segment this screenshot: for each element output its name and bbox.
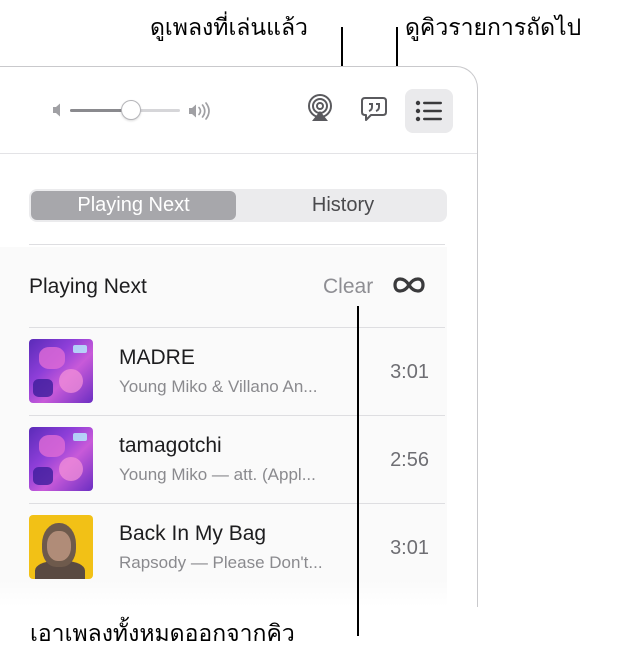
- volume-high-icon: [189, 102, 210, 120]
- track-subtitle: Young Miko & Villano An...: [119, 377, 318, 396]
- toolbar-divider: [0, 153, 477, 154]
- list-icon: [415, 100, 442, 122]
- album-artwork: [29, 427, 93, 491]
- album-artwork: [29, 515, 93, 579]
- volume-knob[interactable]: [120, 100, 141, 120]
- track-duration: 3:01: [390, 537, 429, 559]
- track-duration: 3:01: [390, 361, 429, 383]
- queue-track-row[interactable]: tamagotchi Young Miko — att. (Appl... 2:…: [29, 415, 445, 503]
- track-subtitle: Rapsody — Please Don't...: [119, 553, 323, 572]
- tab-playing-next[interactable]: Playing Next: [31, 191, 236, 220]
- queue-button[interactable]: [405, 89, 453, 133]
- infinity-icon: [393, 277, 425, 293]
- clear-callout: เอาเพลงทั้งหมดออกจากคิว: [30, 621, 295, 647]
- lyrics-icon: [361, 97, 387, 121]
- clear-button[interactable]: Clear: [323, 275, 373, 299]
- queue-history-segmented-control: Playing Next History: [29, 189, 447, 222]
- queue-track-row[interactable]: MADRE Young Miko & Villano An... 3:01: [29, 327, 445, 415]
- queue-track-row[interactable]: Back In My Bag Rapsody — Please Don't...…: [29, 503, 445, 591]
- track-subtitle: Young Miko — att. (Appl...: [119, 465, 316, 484]
- album-artwork: [29, 339, 93, 403]
- airplay-button[interactable]: [303, 91, 337, 125]
- history-callout: ดูเพลงที่เล่นแล้ว: [150, 15, 308, 41]
- section-title: Playing Next: [29, 275, 147, 298]
- repeat-button[interactable]: [390, 273, 428, 302]
- queue-callout: ดูคิวรายการถัดไป: [405, 15, 582, 41]
- section-divider: [29, 244, 445, 245]
- airplay-icon: [308, 94, 332, 121]
- queue-window: Playing Next History Playing Next Clear …: [0, 66, 478, 607]
- volume-control[interactable]: [52, 99, 214, 121]
- track-title: tamagotchi: [119, 434, 222, 457]
- lyrics-button[interactable]: [358, 93, 390, 125]
- track-title: MADRE: [119, 346, 195, 369]
- track-duration: 2:56: [390, 449, 429, 471]
- track-title: Back In My Bag: [119, 522, 267, 545]
- tab-history[interactable]: History: [241, 191, 445, 220]
- clear-leader-line: [357, 306, 359, 636]
- volume-low-icon: [53, 103, 60, 117]
